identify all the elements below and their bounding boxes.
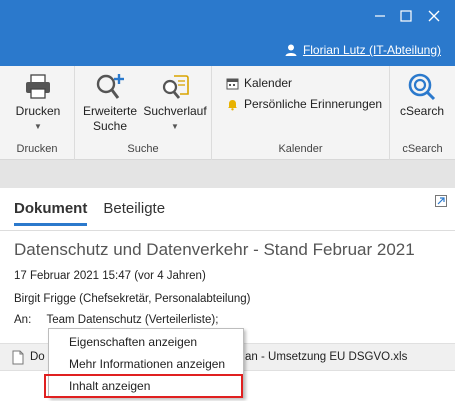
- search-history-icon: [162, 75, 189, 99]
- menu-item-mehr-informationen[interactable]: Mehr Informationen anzeigen: [69, 357, 225, 371]
- printer-icon: [26, 74, 50, 99]
- minimize-icon[interactable]: [370, 6, 390, 26]
- ribbon-group-kalender: Kalender Persönliche Erinnerungen Kalend…: [212, 66, 390, 160]
- user-name: Florian Lutz (IT-Abteilung): [302, 43, 441, 57]
- expand-icon[interactable]: [435, 195, 447, 207]
- user-account-link[interactable]: Florian Lutz (IT-Abteilung): [284, 43, 441, 57]
- search-history-label: Suchverlauf: [143, 104, 207, 118]
- csearch-icon: [408, 73, 436, 101]
- print-button-label: Drucken: [15, 104, 61, 118]
- group-label-drucken: Drucken: [16, 143, 58, 155]
- maximize-icon[interactable]: [396, 6, 416, 26]
- tab-divider: [0, 230, 455, 231]
- advanced-search-label-2: Suche: [92, 119, 128, 133]
- document-tabs: Dokument Beteiligte: [14, 200, 181, 226]
- document-sender: Birgit Frigge (Chefsekretär, Personalabt…: [14, 293, 251, 305]
- reminders-button[interactable]: Persönliche Erinnerungen: [226, 97, 382, 111]
- csearch-button[interactable]: cSearch: [396, 72, 448, 119]
- ribbon-divider-strip: [0, 160, 455, 188]
- calendar-button[interactable]: Kalender: [226, 76, 292, 90]
- user-icon: [285, 44, 297, 56]
- search-add-icon: [96, 74, 124, 99]
- to-value[interactable]: Team Datenschutz (Verteilerliste);: [46, 314, 218, 326]
- group-label-csearch: cSearch: [402, 143, 443, 155]
- menu-item-eigenschaften[interactable]: Eigenschaften anzeigen: [69, 335, 197, 349]
- calendar-icon: [226, 78, 239, 89]
- tab-beteiligte[interactable]: Beteiligte: [103, 200, 165, 226]
- group-label-kalender: Kalender: [278, 143, 323, 155]
- chevron-down-icon: ▼: [171, 122, 179, 131]
- document-subject: Datenschutz und Datenverkehr - Stand Feb…: [14, 240, 415, 259]
- ribbon-group-suche: Erweiterte Suche Suchverlauf ▼ Suche: [75, 66, 212, 160]
- highlight-box: [44, 374, 243, 398]
- ribbon-group-drucken: Drucken ▼ Drucken: [0, 66, 75, 160]
- close-icon[interactable]: [424, 6, 444, 26]
- csearch-label: cSearch: [399, 104, 445, 118]
- advanced-search-label-1: Erweiterte: [82, 104, 138, 118]
- attachment-name-suffix: an - Umsetzung EU DSGVO.xls: [245, 351, 408, 363]
- advanced-search-button[interactable]: Erweiterte Suche: [79, 72, 141, 134]
- recipients-row: An: Team Datenschutz (Verteilerliste);: [14, 314, 218, 326]
- tab-dokument[interactable]: Dokument: [14, 200, 88, 226]
- ribbon-group-csearch: cSearch cSearch: [390, 66, 455, 160]
- attachment-name-prefix: Do: [30, 351, 45, 363]
- document-date: 17 Februar 2021 15:47 (vor 4 Jahren): [14, 270, 206, 282]
- search-history-button[interactable]: Suchverlauf ▼: [141, 72, 209, 134]
- title-bar: Florian Lutz (IT-Abteilung): [0, 0, 455, 66]
- group-label-suche: Suche: [127, 143, 159, 155]
- bell-icon: [228, 99, 237, 110]
- print-button[interactable]: Drucken ▼: [8, 72, 68, 134]
- to-label: An:: [14, 314, 32, 326]
- calendar-label: Kalender: [244, 76, 293, 90]
- chevron-down-icon: ▼: [34, 122, 42, 131]
- reminders-label: Persönliche Erinnerungen: [244, 97, 383, 111]
- ribbon: Drucken ▼ Drucken Erweiterte Suche Suchv…: [0, 66, 455, 160]
- document-icon: [12, 350, 24, 365]
